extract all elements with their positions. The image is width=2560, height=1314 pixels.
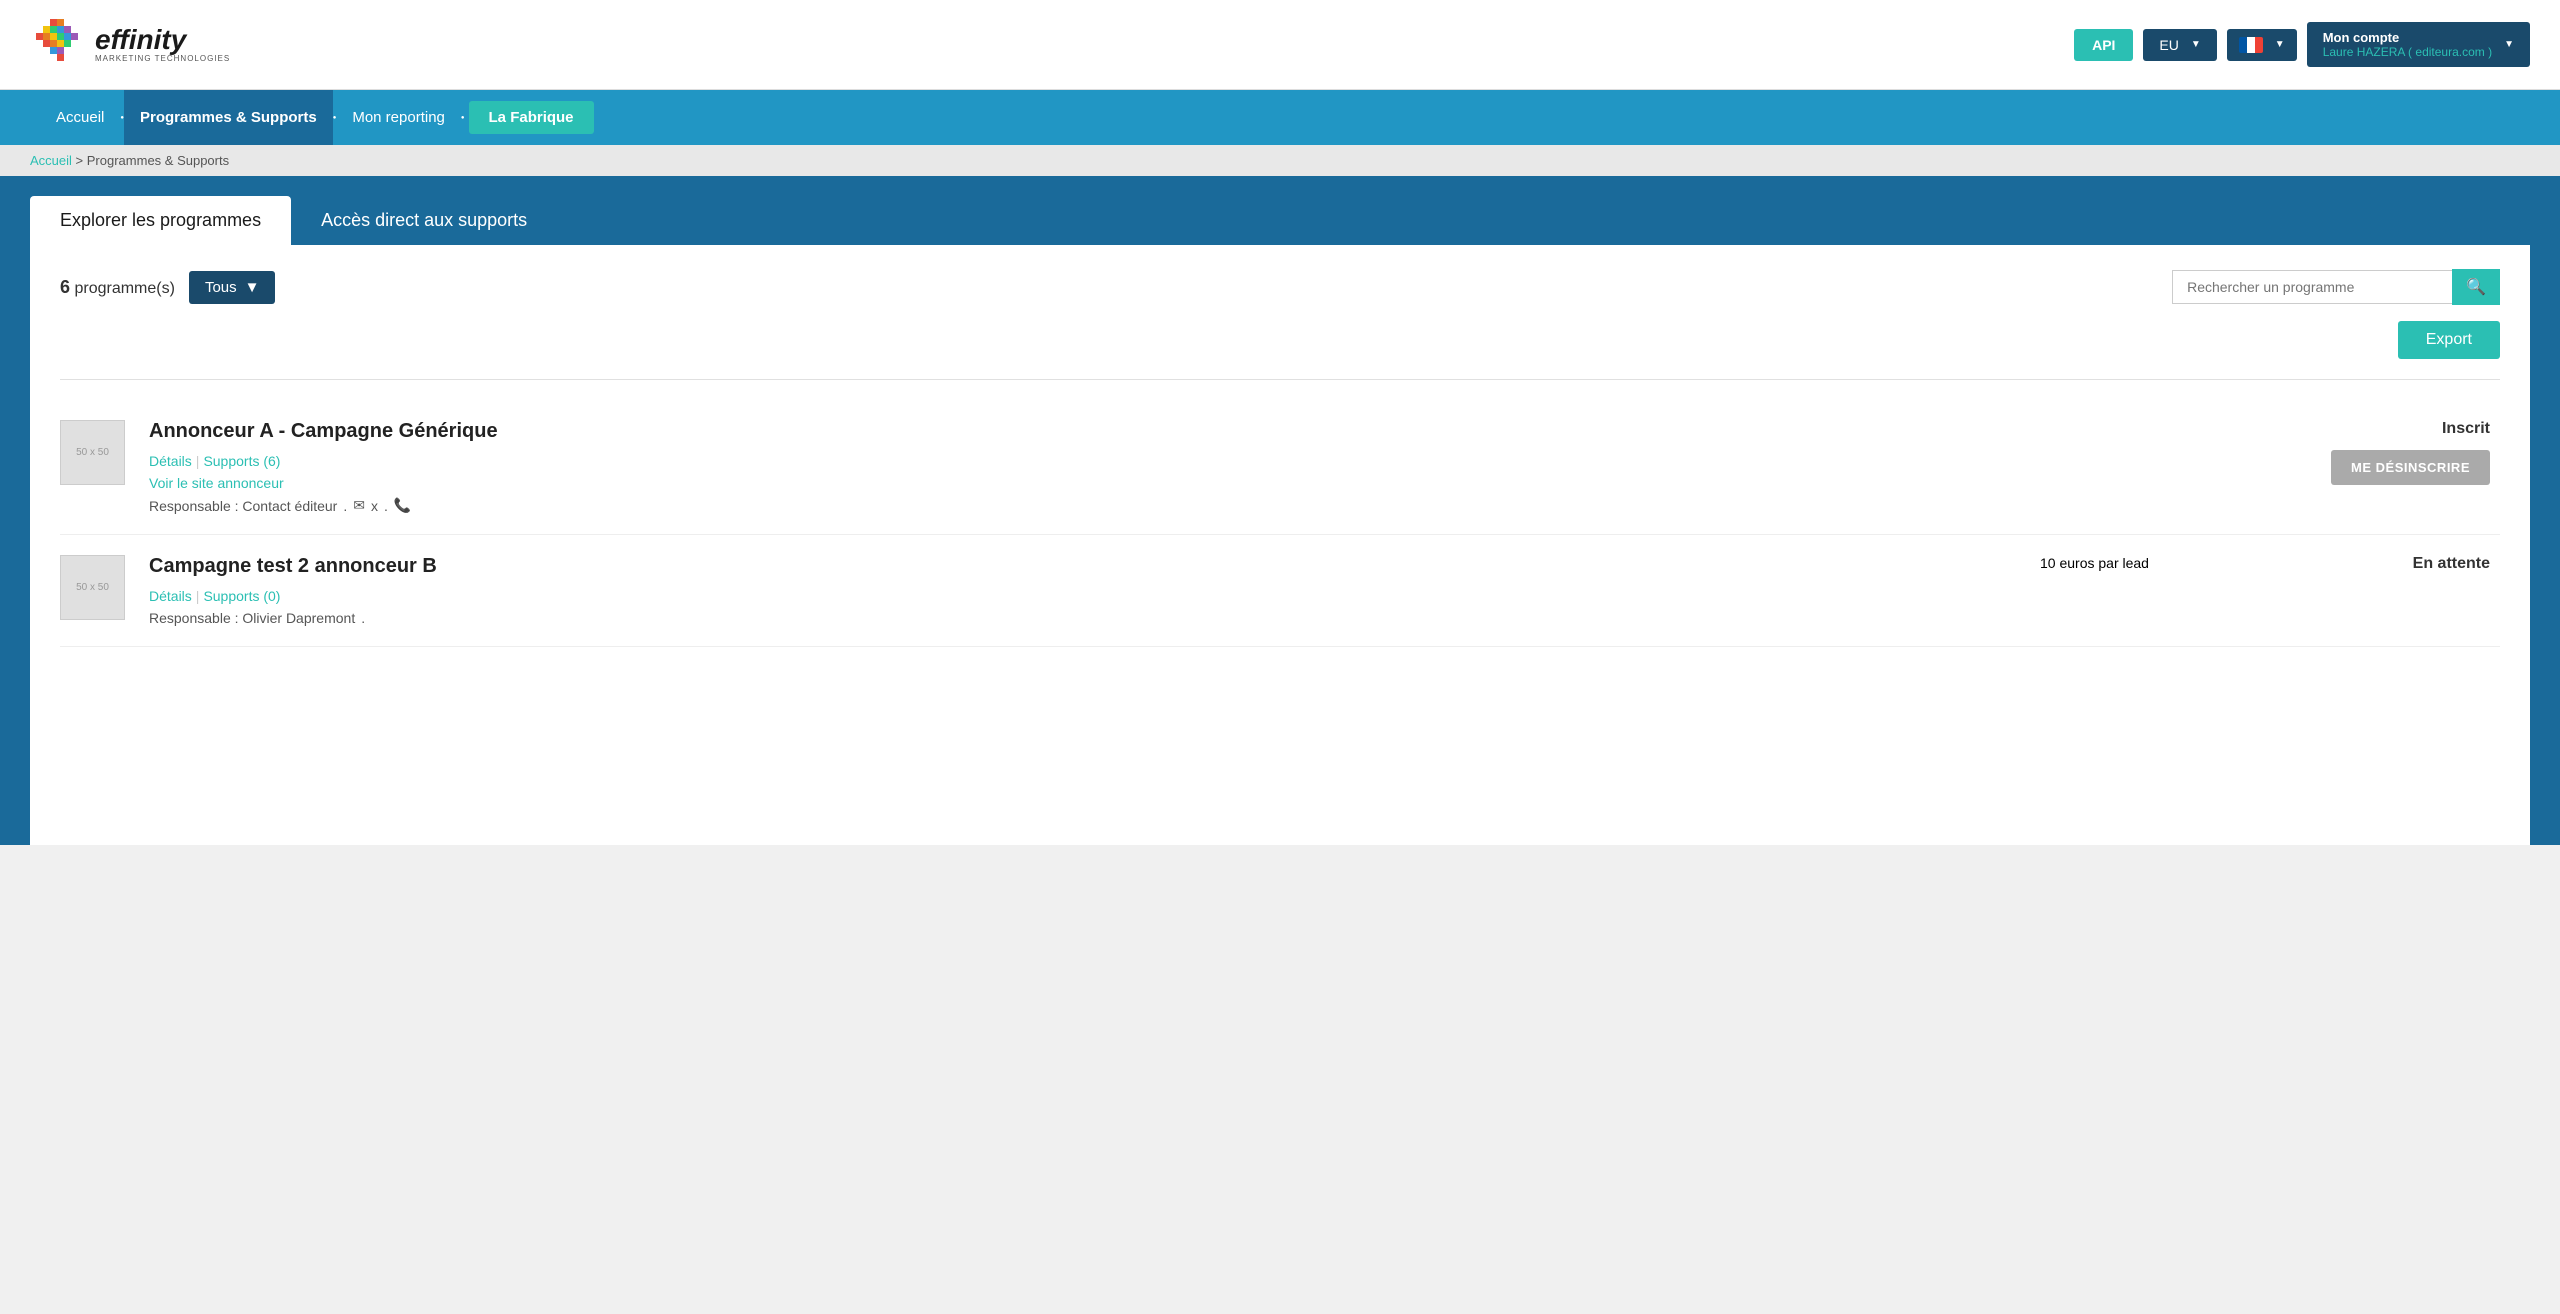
- account-dropdown[interactable]: Mon compte Laure HAZERA ( editeura.com )…: [2307, 22, 2530, 67]
- page-container: Explorer les programmes Accès direct aux…: [0, 176, 2560, 845]
- x-icon: x: [371, 498, 378, 514]
- contact-label: Responsable : Contact éditeur: [149, 498, 337, 514]
- nav-item-accueil[interactable]: Accueil: [40, 90, 120, 145]
- logo-name: effinity: [95, 26, 230, 54]
- tab-explorer[interactable]: Explorer les programmes: [30, 196, 291, 245]
- search-area: 🔍: [2172, 269, 2500, 305]
- thumbnail-label: 50 x 50: [76, 447, 109, 458]
- main-content: 6 programme(s) Tous ▼ 🔍 Export: [30, 245, 2530, 845]
- logo-icon: [30, 17, 85, 72]
- details-link[interactable]: Détails: [149, 453, 192, 469]
- program-info: Annonceur A - Campagne Générique Détails…: [149, 420, 2320, 514]
- program-contact: Responsable : Contact éditeur . ✉ x . 📞: [149, 497, 2320, 514]
- program-title: Annonceur A - Campagne Générique: [149, 420, 2320, 443]
- breadcrumb-current: Programmes & Supports: [87, 153, 229, 168]
- filter-label: Tous: [205, 279, 237, 296]
- programs-header: 6 programme(s) Tous ▼ 🔍: [60, 269, 2500, 305]
- logo-text: effinity MARKETING TECHNOLOGIES: [95, 26, 230, 63]
- flag-fr-icon: [2239, 37, 2263, 53]
- export-row: Export: [60, 321, 2500, 359]
- chevron-down-icon: ▼: [2191, 39, 2201, 50]
- search-icon: 🔍: [2466, 279, 2486, 296]
- program-title: Campagne test 2 annonceur B: [149, 555, 2040, 578]
- programs-left: 6 programme(s) Tous ▼: [60, 271, 275, 304]
- chevron-down-icon: ▼: [245, 279, 260, 296]
- tab-acces[interactable]: Accès direct aux supports: [291, 196, 557, 245]
- program-thumbnail: 50 x 50: [60, 555, 125, 620]
- header: effinity MARKETING TECHNOLOGIES API EU ▼…: [0, 0, 2560, 90]
- programs-count-label: programme(s): [74, 280, 174, 297]
- link-separator: |: [196, 588, 200, 604]
- export-button[interactable]: Export: [2398, 321, 2500, 359]
- status-label: En attente: [2320, 555, 2490, 573]
- breadcrumb-separator: >: [76, 153, 87, 168]
- account-title: Mon compte: [2323, 30, 2492, 45]
- nav-bar: Accueil ● Programmes & Supports ● Mon re…: [0, 90, 2560, 145]
- site-link[interactable]: Voir le site annonceur: [149, 475, 284, 491]
- divider: [60, 379, 2500, 380]
- program-site-link-row: Voir le site annonceur: [149, 475, 2320, 491]
- logo: effinity MARKETING TECHNOLOGIES: [30, 17, 230, 72]
- programs-number: 6: [60, 277, 70, 297]
- nav-item-reporting[interactable]: Mon reporting: [336, 90, 461, 145]
- supports-link[interactable]: Supports (6): [203, 453, 280, 469]
- breadcrumb: Accueil > Programmes & Supports: [0, 145, 2560, 176]
- logo-subtitle: MARKETING TECHNOLOGIES: [95, 54, 230, 63]
- nav-item-fabrique[interactable]: La Fabrique: [469, 101, 594, 134]
- programs-count: 6 programme(s): [60, 277, 175, 298]
- thumbnail-label: 50 x 50: [76, 582, 109, 593]
- details-link[interactable]: Détails: [149, 588, 192, 604]
- mail-icon: ✉: [353, 497, 365, 514]
- api-button[interactable]: API: [2074, 29, 2133, 61]
- program-info: Campagne test 2 annonceur B Détails | Su…: [149, 555, 2040, 626]
- account-user: Laure HAZERA ( editeura.com ): [2323, 45, 2492, 59]
- account-info: Mon compte Laure HAZERA ( editeura.com ): [2323, 30, 2492, 59]
- chevron-down-icon: ▼: [2504, 39, 2514, 50]
- contact-label: Responsable : Olivier Dapremont: [149, 610, 355, 626]
- language-dropdown[interactable]: ▼: [2227, 29, 2297, 61]
- program-commission: 10 euros par lead: [2040, 555, 2320, 571]
- dot-separator: .: [384, 498, 388, 514]
- dot-separator: .: [361, 610, 365, 626]
- program-links: Détails | Supports (6): [149, 453, 2320, 469]
- program-status: Inscrit ME DÉSINSCRIRE: [2320, 420, 2500, 485]
- search-input[interactable]: [2172, 270, 2452, 304]
- search-button[interactable]: 🔍: [2452, 269, 2500, 305]
- program-status: En attente: [2320, 555, 2500, 573]
- filter-dropdown[interactable]: Tous ▼: [189, 271, 276, 304]
- program-card: 50 x 50 Campagne test 2 annonceur B Déta…: [60, 535, 2500, 647]
- desinscrire-button[interactable]: ME DÉSINSCRIRE: [2331, 450, 2490, 485]
- supports-link[interactable]: Supports (0): [203, 588, 280, 604]
- chevron-down-icon: ▼: [2275, 39, 2285, 50]
- status-label: Inscrit: [2320, 420, 2490, 438]
- program-thumbnail: 50 x 50: [60, 420, 125, 485]
- phone-icon: 📞: [394, 497, 411, 514]
- region-dropdown[interactable]: EU ▼: [2143, 29, 2216, 61]
- nav-item-programmes[interactable]: Programmes & Supports: [124, 90, 333, 145]
- commission-label: 10 euros par lead: [2040, 555, 2149, 571]
- dot-separator: .: [343, 498, 347, 514]
- program-links: Détails | Supports (0): [149, 588, 2040, 604]
- region-label: EU: [2159, 37, 2178, 53]
- breadcrumb-home[interactable]: Accueil: [30, 153, 72, 168]
- program-contact: Responsable : Olivier Dapremont .: [149, 610, 2040, 626]
- link-separator: |: [196, 453, 200, 469]
- header-controls: API EU ▼ ▼ Mon compte Laure HAZERA ( edi…: [2074, 22, 2530, 67]
- program-card: 50 x 50 Annonceur A - Campagne Générique…: [60, 400, 2500, 535]
- nav-separator: ●: [461, 115, 465, 121]
- tabs: Explorer les programmes Accès direct aux…: [30, 196, 2530, 245]
